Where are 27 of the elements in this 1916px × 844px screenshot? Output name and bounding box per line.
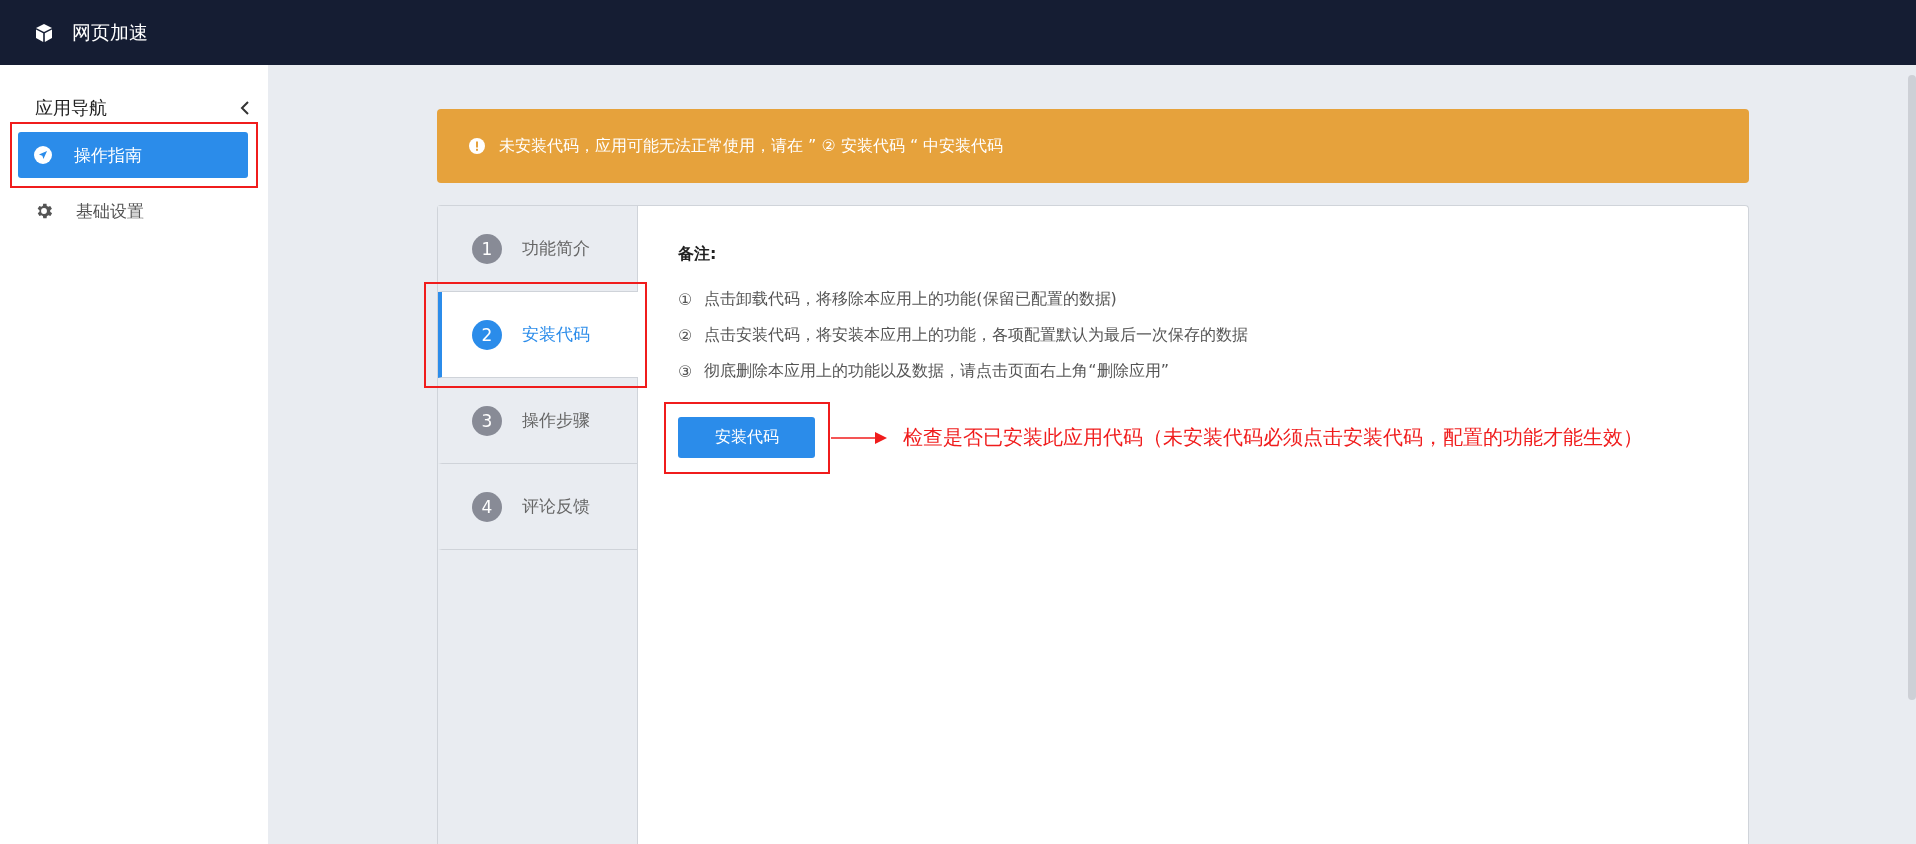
note-number: ① <box>678 289 693 309</box>
sidebar-item[interactable]: 基础设置 <box>18 188 248 234</box>
step-number: 3 <box>472 405 502 436</box>
note-text: 点击卸载代码，将移除本应用上的功能(保留已配置的数据) <box>704 288 1117 310</box>
chevron-left-icon[interactable] <box>240 99 250 116</box>
annotation-text: 检查是否已安装此应用代码（未安装代码必须点击安装代码，配置的功能才能生效） <box>903 425 1643 450</box>
install-code-button[interactable]: 安装代码 <box>678 417 815 458</box>
note-text: 点击安装代码，将安装本应用上的功能，各项配置默认为最后一次保存的数据 <box>704 324 1249 346</box>
exclamation-icon <box>469 138 485 154</box>
step-number: 1 <box>472 233 502 264</box>
step-tab[interactable]: 3 操作步骤 <box>438 378 637 464</box>
cube-icon <box>34 22 54 43</box>
step-tab[interactable]: 2 安装代码 <box>438 292 638 378</box>
notes-title: 备注: <box>678 244 718 265</box>
app-title: 网页加速 <box>72 19 148 45</box>
note-number: ③ <box>678 361 693 381</box>
step-tab[interactable]: 4 评论反馈 <box>438 464 637 550</box>
note-number: ② <box>678 325 693 345</box>
warning-text: 未安装代码，应用可能无法正常使用，请在 ” ② 安装代码 “ 中安装代码 <box>499 135 1004 157</box>
sidebar-item[interactable]: 操作指南 <box>18 132 248 178</box>
navigation-icon <box>34 146 52 164</box>
note-text: 彻底删除本应用上的功能以及数据，请点击页面右上角“删除应用” <box>704 360 1169 382</box>
scrollbar[interactable] <box>1908 75 1916 700</box>
arrow-icon <box>831 430 887 445</box>
step-number: 4 <box>472 491 502 522</box>
sidebar-title: 应用导航 <box>35 95 107 120</box>
step-number: 2 <box>472 319 502 350</box>
